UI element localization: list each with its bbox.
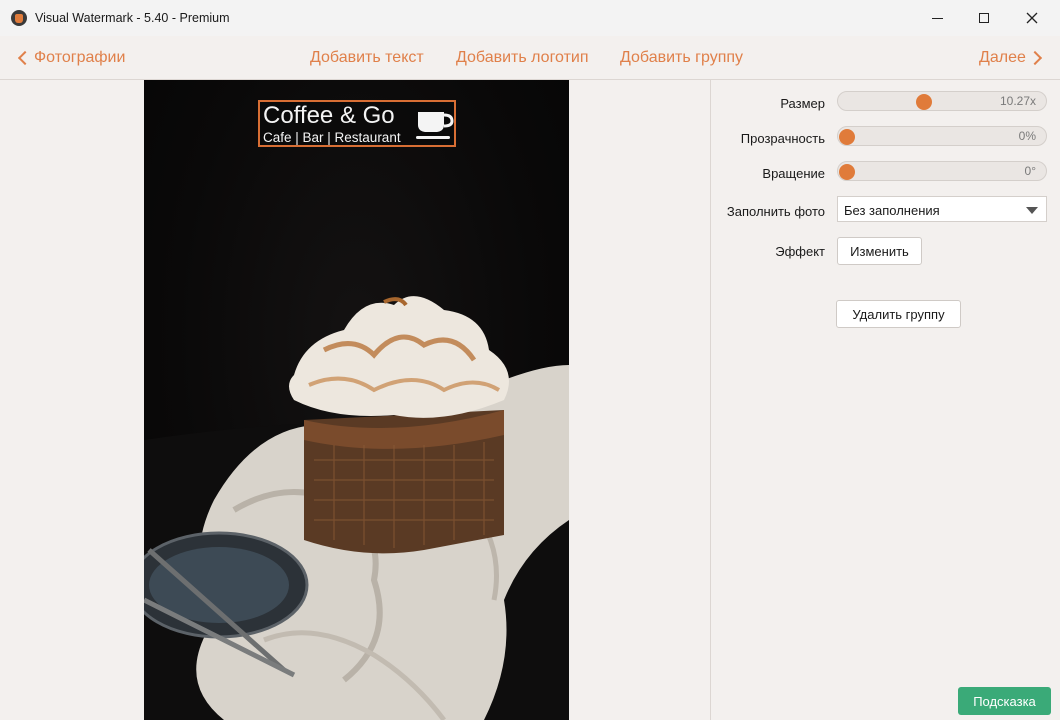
size-value: 10.27x [999,94,1036,108]
next-link[interactable]: Далее [979,49,1042,67]
opacity-label: Прозрачность [740,131,825,146]
fill-photo-value: Без заполнения [844,203,940,218]
add-group-link[interactable]: Добавить группу [620,49,743,67]
minimize-button[interactable] [914,0,960,36]
photo-preview: Coffee & Go Cafe | Bar | Restaurant [144,80,569,720]
maximize-icon [979,13,989,23]
opacity-slider-handle[interactable] [839,129,855,145]
app-icon [11,10,27,26]
dropdown-arrow-icon [1026,207,1038,214]
add-text-link[interactable]: Добавить текст [310,49,424,67]
coffee-cup-icon [416,112,454,139]
photo-image [144,296,569,720]
next-label: Далее [979,49,1026,66]
close-button[interactable] [1009,0,1055,36]
watermark-title: Coffee & Go [263,102,395,129]
watermark-logo[interactable]: Coffee & Go Cafe | Bar | Restaurant [258,100,456,147]
rotation-value: 0° [1024,164,1036,178]
size-slider-handle[interactable] [916,94,932,110]
watermark-subtitle: Cafe | Bar | Restaurant [263,130,401,145]
nav-bar: Фотографии Добавить текст Добавить логот… [0,36,1060,80]
back-to-photos-link[interactable]: Фотографии [17,49,125,67]
change-effect-button[interactable]: Изменить [837,237,922,265]
size-label: Размер [780,96,825,111]
opacity-value: 0% [1018,129,1036,143]
title-bar: Visual Watermark - 5.40 - Premium [0,0,1060,36]
fill-photo-select[interactable]: Без заполнения [837,196,1047,222]
settings-panel: Размер 10.27x Прозрачность 0% Вращение 0… [710,80,1060,720]
back-label: Фотографии [34,49,126,66]
size-slider[interactable]: 10.27x [837,91,1047,111]
close-icon [1026,12,1038,24]
delete-group-button[interactable]: Удалить группу [836,300,961,328]
window-title: Visual Watermark - 5.40 - Premium [35,11,230,25]
chevron-right-icon [1027,50,1042,66]
rotation-slider[interactable]: 0° [837,161,1047,181]
rotation-slider-handle[interactable] [839,164,855,180]
effect-label: Эффект [775,244,825,259]
rotation-label: Вращение [762,166,825,181]
maximize-button[interactable] [961,0,1007,36]
fill-photo-label: Заполнить фото [726,204,825,219]
opacity-slider[interactable]: 0% [837,126,1047,146]
minimize-icon [931,17,943,19]
add-logo-link[interactable]: Добавить логотип [456,49,589,67]
chevron-left-icon [17,50,33,66]
hint-button[interactable]: Подсказка [958,687,1051,715]
